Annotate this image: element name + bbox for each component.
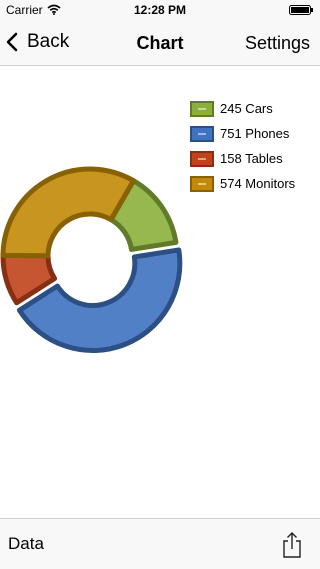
status-bar: Carrier 12:28 PM <box>0 0 320 20</box>
legend-swatch-line <box>198 182 206 185</box>
legend-swatch-line <box>198 107 206 110</box>
legend-label: 751 Phones <box>220 126 290 141</box>
data-button[interactable]: Data <box>8 534 44 554</box>
status-time: 12:28 PM <box>133 3 187 17</box>
legend-item-phones: 751 Phones <box>190 121 295 146</box>
legend-item-cars: 245 Cars <box>190 96 295 121</box>
donut-slice-monitors[interactable] <box>0 166 136 259</box>
chart-area: 245 Cars 751 Phones 158 Tables 574 Monitors <box>0 66 320 518</box>
legend-item-tables: 158 Tables <box>190 146 295 171</box>
legend-swatch <box>190 175 214 192</box>
legend-label: 574 Monitors <box>220 176 296 191</box>
navigation-bar: Back Chart Settings <box>0 20 320 66</box>
legend-item-monitors: 574 Monitors <box>190 171 295 196</box>
legend-swatch-line <box>198 157 206 160</box>
share-icon[interactable] <box>281 531 303 559</box>
settings-button[interactable]: Settings <box>245 33 310 54</box>
legend-label: 158 Tables <box>220 151 283 166</box>
legend-swatch-line <box>198 132 206 135</box>
battery-icon <box>289 5 313 15</box>
legend-label: 245 Cars <box>220 101 273 116</box>
chart-legend: 245 Cars 751 Phones 158 Tables 574 Monitors <box>190 96 295 196</box>
legend-swatch <box>190 100 214 117</box>
bottom-toolbar: Data <box>0 518 320 569</box>
legend-swatch <box>190 125 214 142</box>
legend-swatch <box>190 150 214 167</box>
